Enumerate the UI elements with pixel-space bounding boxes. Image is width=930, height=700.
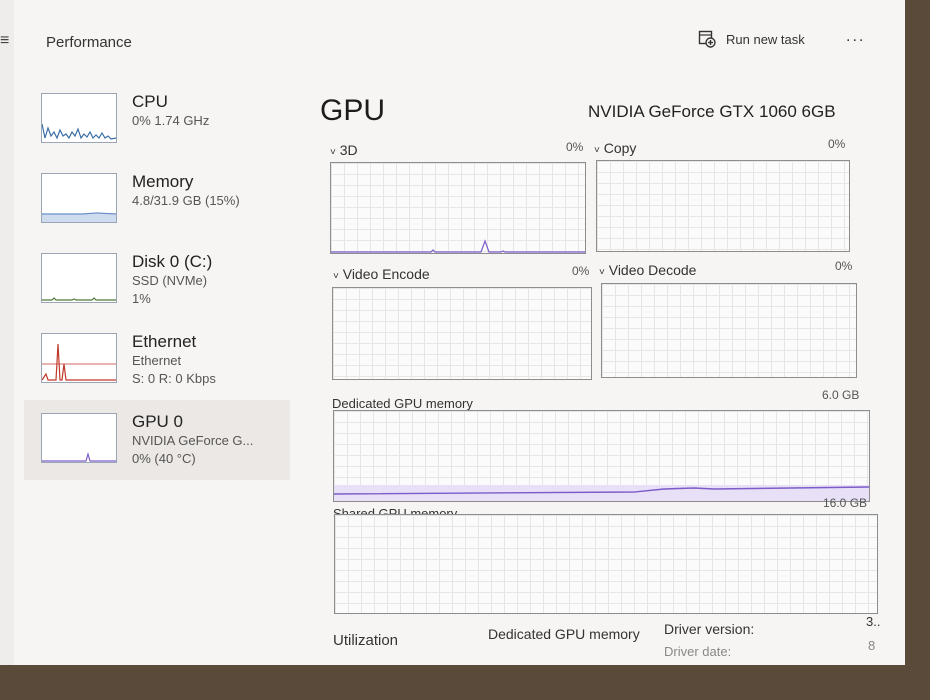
- sidebar-item-ethernet[interactable]: Ethernet Ethernet S: 0 R: 0 Kbps: [24, 320, 290, 400]
- sidebar-item-cpu[interactable]: CPU 0% 1.74 GHz: [24, 80, 290, 160]
- graph-copy: [596, 160, 850, 252]
- graph-dedicated-memory: [333, 410, 870, 502]
- dedicated-memory-max: 6.0 GB: [822, 388, 860, 402]
- engine-label-3d: 3D: [339, 142, 358, 158]
- memory-usage: 4.8/31.9 GB (15%): [132, 193, 240, 208]
- chevron-down-icon: ˅: [330, 147, 336, 158]
- more-options-button[interactable]: ...: [846, 28, 865, 46]
- graph-shared-memory: [334, 514, 878, 614]
- sidebar-item-memory[interactable]: Memory 4.8/31.9 GB (15%): [24, 160, 290, 240]
- shared-memory-max: 16.0 GB: [823, 496, 868, 510]
- chevron-down-icon: ˅: [333, 271, 339, 282]
- cpu-usage: 0% 1.74 GHz: [132, 113, 210, 128]
- run-task-icon: [698, 30, 716, 48]
- memory-thumbnail-graph: [41, 173, 117, 223]
- ethernet-adapter: Ethernet: [132, 353, 182, 368]
- cpu-thumbnail-graph: [41, 93, 117, 143]
- dedicated-memory-stat-label: Dedicated GPU memory: [488, 626, 640, 642]
- ethernet-thumbnail-graph: [41, 333, 117, 383]
- gpu-thumbnail-graph: [41, 413, 117, 463]
- driver-version-value: 3..: [866, 614, 881, 629]
- cpu-title: CPU: [132, 92, 168, 111]
- sidebar: CPU 0% 1.74 GHz Memory 4.8/31.9 GB (15%): [24, 80, 290, 480]
- disk-thumbnail-graph: [41, 253, 117, 303]
- memory-title: Memory: [132, 172, 194, 191]
- header: Performance Run new task ...: [0, 0, 905, 78]
- engine-selector-video-decode[interactable]: ˅ Video Decode: [599, 262, 696, 278]
- sidebar-item-gpu[interactable]: GPU 0 NVIDIA GeForce G... 0% (40 °C): [24, 400, 290, 480]
- ethernet-throughput: S: 0 R: 0 Kbps: [132, 371, 216, 386]
- chevron-down-icon: ˅: [599, 267, 605, 278]
- run-task-label: Run new task: [726, 31, 805, 47]
- engine-pct-copy: 0%: [828, 137, 846, 151]
- engine-selector-copy[interactable]: ˅ Copy: [594, 140, 636, 156]
- dedicated-memory-label: Dedicated GPU memory: [332, 396, 473, 411]
- driver-date-value: 8: [868, 638, 876, 653]
- engine-label-video-decode: Video Decode: [608, 262, 697, 278]
- disk-usage: 1%: [132, 291, 151, 306]
- driver-date-label: Driver date:: [664, 644, 732, 659]
- nav-rail: ≡: [0, 0, 14, 665]
- engine-selector-3d[interactable]: ˅ 3D: [330, 142, 358, 158]
- gpu-heading: GPU: [320, 94, 386, 127]
- run-new-task-button[interactable]: Run new task: [698, 30, 805, 48]
- chevron-down-icon: ˅: [594, 145, 600, 156]
- graph-3d: [330, 162, 586, 254]
- driver-version-label: Driver version:: [664, 621, 755, 637]
- page-title: Performance: [46, 34, 132, 51]
- engine-label-video-encode: Video Encode: [342, 266, 430, 282]
- disk-type: SSD (NVMe): [132, 273, 208, 288]
- engine-pct-video-encode: 0%: [572, 264, 590, 278]
- gpu-name: NVIDIA GeForce G...: [132, 433, 254, 448]
- graph-video-encode: [332, 287, 592, 380]
- gpu-model-name: NVIDIA GeForce GTX 1060 6GB: [588, 102, 836, 121]
- engine-pct-video-decode: 0%: [835, 259, 853, 273]
- engine-pct-3d: 0%: [566, 140, 584, 154]
- gpu-usage-temp: 0% (40 °C): [132, 451, 196, 466]
- engine-selector-video-encode[interactable]: ˅ Video Encode: [333, 266, 430, 282]
- gpu-title: GPU 0: [132, 412, 184, 431]
- disk-title: Disk 0 (C:): [132, 252, 213, 271]
- sidebar-item-disk[interactable]: Disk 0 (C:) SSD (NVMe) 1%: [24, 240, 290, 320]
- engine-label-copy: Copy: [603, 140, 637, 156]
- graph-video-decode: [601, 283, 857, 378]
- ethernet-title: Ethernet: [132, 332, 197, 351]
- utilization-label: Utilization: [333, 632, 399, 649]
- task-manager-window: ≡ Performance Run new task ... CPU 0% 1.…: [0, 0, 905, 665]
